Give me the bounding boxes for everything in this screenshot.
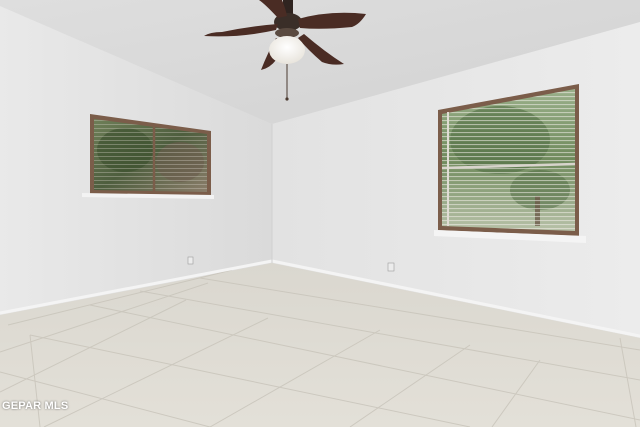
- right-wall-outlet: [387, 262, 395, 272]
- left-wall-outlet: [187, 256, 194, 265]
- room-illustration: [0, 0, 640, 427]
- room-photo: GEPAR MLS: [0, 0, 640, 427]
- right-window: [434, 84, 586, 243]
- fan-light-globe: [269, 36, 305, 64]
- mls-watermark: GEPAR MLS: [2, 400, 69, 412]
